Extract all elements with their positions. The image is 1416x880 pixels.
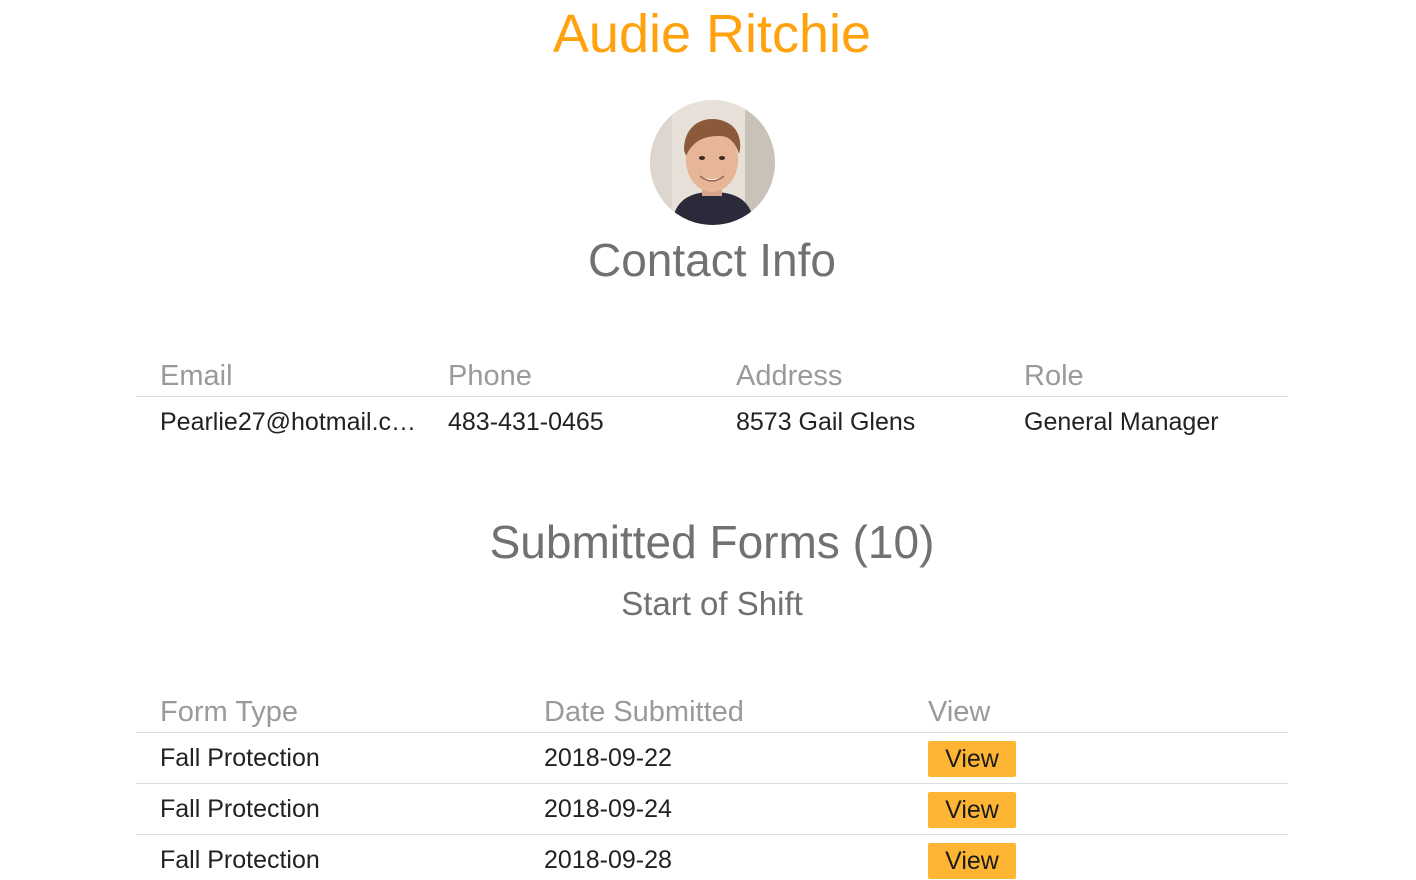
date-submitted-header: Date Submitted <box>520 692 904 733</box>
person-photo-icon <box>650 100 775 225</box>
role-value: General Manager <box>1024 408 1219 436</box>
contact-table: Email Phone Address Role Pearlie27@hotma… <box>136 356 1288 447</box>
view-header: View <box>904 692 1288 733</box>
email-value: Pearlie27@hotmail.com <box>160 408 424 436</box>
contact-row: Pearlie27@hotmail.com 483-431-0465 8573 … <box>136 397 1288 448</box>
profile-page: Audie Ritchie Contact Info Email Phone A… <box>0 0 1416 880</box>
form-type-cell: Fall Protection <box>136 834 520 880</box>
forms-table: Form Type Date Submitted View Fall Prote… <box>136 692 1288 880</box>
date-submitted-cell: 2018-09-24 <box>520 783 904 835</box>
view-button[interactable]: View <box>928 741 1016 778</box>
address-header: Address <box>712 356 1000 397</box>
profile-name: Audie Ritchie <box>552 4 872 64</box>
phone-value: 483-431-0465 <box>448 408 604 436</box>
form-type-cell: Fall Protection <box>136 732 520 784</box>
table-row: Fall Protection 2018-09-28 View <box>136 834 1288 880</box>
view-button[interactable]: View <box>928 792 1016 829</box>
avatar <box>650 100 775 225</box>
contact-header-row: Email Phone Address Role <box>136 356 1288 397</box>
form-type-cell: Fall Protection <box>136 783 520 835</box>
view-button[interactable]: View <box>928 843 1016 880</box>
phone-header: Phone <box>424 356 712 397</box>
email-header: Email <box>136 356 424 397</box>
contact-info-heading: Contact Info <box>587 234 837 286</box>
view-cell: View <box>904 783 1288 835</box>
forms-subtitle: Start of Shift <box>621 585 803 622</box>
date-submitted-cell: 2018-09-22 <box>520 732 904 784</box>
table-row: Fall Protection 2018-09-22 View <box>136 732 1288 784</box>
table-row: Fall Protection 2018-09-24 View <box>136 783 1288 835</box>
forms-header-row: Form Type Date Submitted View <box>136 692 1288 733</box>
view-cell: View <box>904 732 1288 784</box>
address-value: 8573 Gail Glens <box>736 408 916 436</box>
form-type-header: Form Type <box>136 692 520 733</box>
role-header: Role <box>1000 356 1288 397</box>
submitted-forms-heading: Submitted Forms (10) <box>489 516 935 568</box>
date-submitted-cell: 2018-09-28 <box>520 834 904 880</box>
view-cell: View <box>904 834 1288 880</box>
